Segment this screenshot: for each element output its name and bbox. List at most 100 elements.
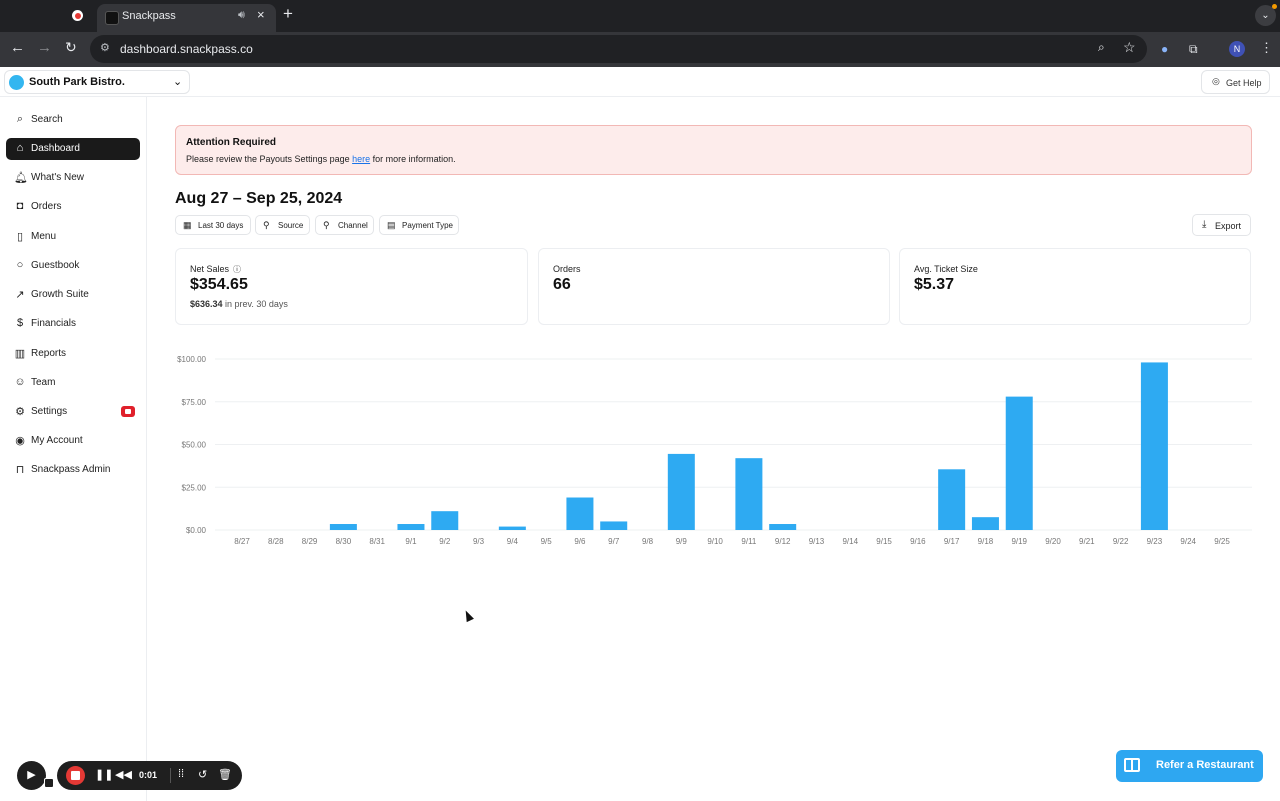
- store-logo: [9, 75, 24, 90]
- x-tick-label: 8/28: [268, 537, 284, 546]
- y-tick-label: $100.00: [177, 355, 206, 364]
- sidebar-item-search[interactable]: ⌕ Search: [6, 109, 140, 131]
- sidebar-item-label: Team: [31, 377, 56, 388]
- rewind-icon[interactable]: ◀◀: [115, 768, 132, 781]
- trash-icon[interactable]: 🗑︎: [218, 768, 232, 781]
- home-icon: ⌂: [16, 142, 24, 154]
- extension-icon[interactable]: ●: [1161, 42, 1168, 56]
- x-tick-label: 9/23: [1147, 537, 1163, 546]
- channel-filter-button[interactable]: ⚲ Channel: [315, 215, 374, 235]
- filter-label: Last 30 days: [198, 221, 244, 230]
- card-value: $5.37: [914, 276, 955, 293]
- sidebar-item-orders[interactable]: ◘ Orders: [6, 196, 140, 218]
- gift-icon: [1124, 758, 1140, 772]
- sidebar-item-guestbook[interactable]: ○ Guestbook: [6, 255, 140, 277]
- restart-icon[interactable]: ↺: [198, 768, 207, 781]
- sidebar-item-menu[interactable]: ▯ Menu: [6, 226, 140, 248]
- payouts-settings-link[interactable]: here: [352, 154, 370, 164]
- sidebar-item-my-account[interactable]: ◉ My Account: [6, 430, 140, 452]
- chart-svg: $100.00 $75.00 $50.00 $25.00 $0.00 8/27 8/28 8/…: [177, 355, 1252, 546]
- bookmark-star-icon[interactable]: ☆: [1123, 39, 1136, 56]
- tab-search-chevron-icon[interactable]: ⌄: [1255, 4, 1277, 26]
- card-previous: $636.34 in prev. 30 days: [190, 299, 288, 309]
- sidebar-item-financials[interactable]: $ Financials: [6, 313, 140, 335]
- net-sales-card: Net Sales ⓘ $354.65 $636.34 in prev. 30 …: [175, 248, 528, 325]
- dashboard-app: South Park Bistro. ⌄ ◎ Get Help ⌕ Search…: [0, 67, 1280, 801]
- reload-icon[interactable]: ↻: [65, 39, 77, 56]
- team-icon: ☺: [14, 376, 26, 388]
- avg-ticket-card: Avg. Ticket Size $5.37: [899, 248, 1251, 325]
- x-tick-label: 9/17: [944, 537, 960, 546]
- browser-tab-strip: Snackpass 🔊︎ × + ⌄: [0, 0, 1280, 32]
- card-label: Net Sales: [190, 264, 230, 274]
- record-icon[interactable]: [72, 10, 83, 21]
- extensions-puzzle-icon[interactable]: ⧉: [1189, 42, 1198, 57]
- bar-chart-icon: ▥: [14, 348, 26, 360]
- kebab-menu-icon[interactable]: ⋮: [1260, 40, 1273, 56]
- alert-text: Please review the Payouts Settings page: [186, 154, 353, 164]
- sidebar-item-label: Financials: [31, 318, 77, 329]
- x-tick-label: 9/8: [642, 537, 654, 546]
- payment-type-filter-button[interactable]: ▤ Payment Type: [379, 215, 459, 235]
- source-filter-button[interactable]: ⚲ Source: [255, 215, 310, 235]
- app-topbar: South Park Bistro. ⌄ ◎ Get Help: [0, 67, 1280, 97]
- page-title-date-range: Aug 27 – Sep 25, 2024: [175, 190, 343, 207]
- date-range-filter-button[interactable]: ▦ Last 30 days: [175, 215, 251, 235]
- camera-icon[interactable]: ▶: [17, 761, 46, 790]
- browser-tab[interactable]: Snackpass 🔊︎ ×: [97, 4, 276, 32]
- bar: [971, 517, 999, 530]
- refer-restaurant-button[interactable]: Refer a Restaurant: [1116, 750, 1263, 782]
- address-bar[interactable]: ⚙ dashboard.snackpass.co ⌕ ☆: [90, 35, 1147, 63]
- sidebar-item-snackpass-admin[interactable]: ⊓ Snackpass Admin: [6, 459, 140, 481]
- sidebar-item-dashboard[interactable]: ⌂ Dashboard: [6, 138, 140, 160]
- previous-value: $636.34: [190, 299, 223, 309]
- close-tab-icon[interactable]: ×: [257, 7, 265, 22]
- gear-icon: ⚙: [15, 406, 25, 418]
- rocket-icon: ↗: [15, 289, 25, 301]
- wallet-icon: ▤: [387, 220, 396, 230]
- x-tick-label: 8/29: [302, 537, 318, 546]
- x-tick-label: 9/9: [676, 537, 688, 546]
- bar: [498, 526, 526, 530]
- book-icon: ▯: [16, 231, 24, 243]
- sidebar-item-growth-suite[interactable]: ↗ Growth Suite: [6, 284, 140, 306]
- sidebar-item-reports[interactable]: ▥ Reports: [6, 343, 140, 365]
- y-tick-label: $0.00: [186, 526, 207, 535]
- speaker-icon[interactable]: 🔊︎: [238, 9, 245, 22]
- x-tick-label: 9/7: [608, 537, 620, 546]
- info-icon[interactable]: ⓘ: [233, 264, 241, 275]
- sidebar-item-settings[interactable]: ⚙ Settings: [6, 401, 140, 423]
- bar: [1140, 362, 1168, 530]
- sidebar: ⌕ Search ⌂ Dashboard 🔔︎ What's New ◘ Ord…: [0, 97, 147, 801]
- y-tick-label: $25.00: [182, 483, 207, 492]
- alert-title: Attention Required: [186, 137, 276, 148]
- x-tick-label: 9/22: [1113, 537, 1129, 546]
- url-text[interactable]: dashboard.snackpass.co: [120, 42, 253, 56]
- bar: [667, 453, 695, 530]
- bar: [1005, 396, 1033, 530]
- stop-recording-button[interactable]: [66, 766, 85, 785]
- new-tab-icon[interactable]: +: [283, 4, 293, 24]
- pause-icon[interactable]: ❚❚: [95, 768, 113, 781]
- recording-time: 0:01: [139, 770, 158, 780]
- export-button[interactable]: ⤓ Export: [1192, 214, 1251, 236]
- sidebar-item-whats-new[interactable]: 🔔︎ What's New: [6, 167, 140, 189]
- filter-icon: ⚲: [263, 220, 270, 230]
- back-arrow-icon[interactable]: ←: [10, 39, 25, 56]
- zoom-icon[interactable]: ⌕: [1098, 40, 1105, 55]
- sidebar-item-team[interactable]: ☺ Team: [6, 372, 140, 394]
- get-help-button[interactable]: ◎ Get Help: [1201, 70, 1270, 94]
- x-tick-label: 9/2: [439, 537, 451, 546]
- card-label: Avg. Ticket Size: [914, 264, 978, 274]
- x-tick-label: 9/19: [1011, 537, 1027, 546]
- divider: [170, 768, 171, 783]
- x-tick-label: 9/18: [978, 537, 994, 546]
- grid-icon[interactable]: ⁞⁞: [178, 768, 184, 780]
- export-label: Export: [1215, 221, 1242, 231]
- site-info-tune-icon[interactable]: ⚙: [100, 41, 110, 54]
- profile-avatar[interactable]: N: [1229, 41, 1245, 57]
- x-tick-label: 9/4: [507, 537, 519, 546]
- bar: [566, 497, 594, 530]
- store-selector[interactable]: South Park Bistro. ⌄: [4, 70, 190, 94]
- forward-arrow-icon[interactable]: →: [37, 39, 52, 56]
